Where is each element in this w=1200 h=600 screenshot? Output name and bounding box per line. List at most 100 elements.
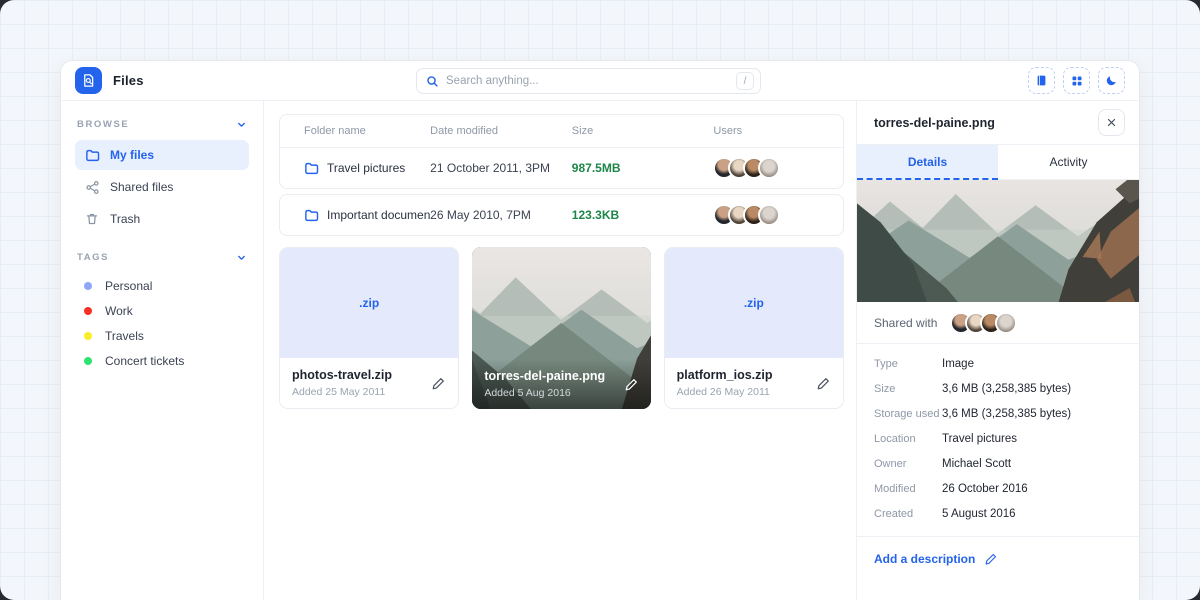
detail-label: Created [874, 508, 942, 520]
avatar [758, 157, 780, 179]
header-actions [1028, 67, 1125, 94]
shared-avatars [950, 312, 1017, 334]
folder-name: Important documents [327, 208, 430, 222]
column-header-date-modified: Date modified [430, 125, 572, 137]
tag-label: Work [105, 304, 133, 318]
detail-label: Size [874, 383, 942, 395]
folder-size: 987.5MB [572, 161, 714, 175]
folder-icon [84, 148, 100, 163]
apps-grid-button[interactable] [1063, 67, 1090, 94]
detail-label: Owner [874, 458, 942, 470]
column-header-users: Users [713, 125, 819, 137]
detail-row-location: Location Travel pictures [874, 433, 1122, 445]
folder-icon [304, 161, 319, 176]
sidebar-item-label: Shared files [110, 180, 173, 194]
file-cards: .zip photos-travel.zip Added 25 May 2011 [279, 247, 844, 409]
sidebar-item-my-files[interactable]: My files [75, 140, 249, 170]
search-bar[interactable]: / [416, 68, 761, 94]
detail-row-created: Created 5 August 2016 [874, 508, 1122, 520]
tag-color-dot [84, 357, 92, 365]
folder-icon [304, 208, 319, 223]
tags-section-title: TAGS [77, 252, 109, 263]
tag-color-dot [84, 332, 92, 340]
detail-label: Type [874, 358, 942, 370]
folder-size: 123.3KB [572, 208, 714, 222]
tag-color-dot [84, 282, 92, 290]
zip-preview: .zip [280, 248, 458, 358]
sidebar-item-label: My files [110, 148, 154, 162]
detail-label: Location [874, 433, 942, 445]
detail-value: 26 October 2016 [942, 483, 1028, 495]
sidebar-item-label: Trash [110, 212, 140, 226]
detail-row-owner: Owner Michael Scott [874, 458, 1122, 470]
tags-collapse-chevron-icon[interactable] [236, 252, 247, 263]
tags-section-header: TAGS [77, 252, 247, 263]
tab-activity[interactable]: Activity [998, 145, 1139, 180]
file-card-torres-del-paine[interactable]: torres-del-paine.png Added 5 Aug 2016 [472, 247, 650, 409]
tag-item-work[interactable]: Work [75, 298, 249, 323]
file-name: torres-del-paine.png [484, 369, 623, 383]
shared-with-row: Shared with [857, 302, 1139, 344]
detail-value: 5 August 2016 [942, 508, 1016, 520]
panel-file-title: torres-del-paine.png [874, 116, 995, 130]
user-avatars [713, 204, 819, 226]
file-added-date: Added 25 May 2011 [292, 386, 431, 398]
user-avatars [713, 157, 819, 179]
tab-details[interactable]: Details [857, 145, 998, 180]
file-details-list: Type Image Size 3,6 MB (3,258,385 bytes)… [857, 344, 1139, 537]
detail-row-storage-used: Storage used 3,6 MB (3,258,385 bytes) [874, 408, 1122, 420]
search-icon [426, 75, 439, 88]
zip-preview: .zip [665, 248, 843, 358]
column-header-folder-name: Folder name [304, 125, 430, 137]
dark-mode-toggle[interactable] [1098, 67, 1125, 94]
add-description-button[interactable]: Add a description [857, 537, 1139, 581]
detail-value: Image [942, 358, 974, 370]
file-card-platform-ios[interactable]: .zip platform_ios.zip Added 26 May 2011 [664, 247, 844, 409]
files-app-window: Files / [60, 60, 1140, 600]
panel-tabs: Details Activity [857, 145, 1139, 180]
file-card-photos-travel[interactable]: .zip photos-travel.zip Added 25 May 2011 [279, 247, 459, 409]
browse-section-title: BROWSE [77, 119, 129, 130]
search-input[interactable] [446, 75, 736, 87]
app-header: Files / [61, 61, 1139, 101]
table-header-row: Folder name Date modified Size Users [280, 115, 843, 148]
date-modified: 26 May 2010, 7PM [430, 208, 572, 222]
detail-value: Michael Scott [942, 458, 1011, 470]
trash-icon [84, 212, 100, 226]
tag-item-travels[interactable]: Travels [75, 323, 249, 348]
sidebar-item-trash[interactable]: Trash [75, 204, 249, 234]
close-panel-button[interactable] [1098, 109, 1125, 136]
sidebar: BROWSE My files Shared files [61, 101, 264, 600]
tag-item-personal[interactable]: Personal [75, 273, 249, 298]
file-added-date: Added 26 May 2011 [677, 386, 816, 398]
browse-section-header: BROWSE [77, 119, 247, 130]
folder-name: Travel pictures [327, 161, 405, 175]
edit-pencil-icon [984, 552, 998, 566]
detail-value: 3,6 MB (3,258,385 bytes) [942, 408, 1071, 420]
search-shortcut-key: / [736, 72, 754, 90]
tag-label: Personal [105, 279, 152, 293]
file-added-date: Added 5 Aug 2016 [484, 387, 623, 399]
edit-pencil-icon[interactable] [431, 376, 446, 391]
add-description-label: Add a description [874, 552, 975, 566]
file-preview-image [857, 180, 1139, 302]
detail-row-size: Size 3,6 MB (3,258,385 bytes) [874, 383, 1122, 395]
sidebar-item-shared-files[interactable]: Shared files [75, 172, 249, 202]
share-icon [84, 180, 100, 195]
edit-pencil-icon[interactable] [624, 377, 639, 392]
avatar [995, 312, 1017, 334]
detail-row-type: Type Image [874, 358, 1122, 370]
zip-extension-label: .zip [359, 296, 379, 310]
table-row[interactable]: Travel pictures 21 October 2011, 3PM 987… [280, 148, 843, 188]
notebook-button[interactable] [1028, 67, 1055, 94]
tag-label: Concert tickets [105, 354, 184, 368]
edit-pencil-icon[interactable] [816, 376, 831, 391]
tag-item-concert-tickets[interactable]: Concert tickets [75, 348, 249, 373]
browse-collapse-chevron-icon[interactable] [236, 119, 247, 130]
shared-with-label: Shared with [874, 316, 937, 330]
table-row[interactable]: Important documents 26 May 2010, 7PM 123… [280, 195, 843, 235]
folder-table: Folder name Date modified Size Users Tra… [279, 114, 844, 189]
avatar [758, 204, 780, 226]
file-name: photos-travel.zip [292, 368, 431, 382]
folder-table-row-box: Important documents 26 May 2010, 7PM 123… [279, 194, 844, 236]
